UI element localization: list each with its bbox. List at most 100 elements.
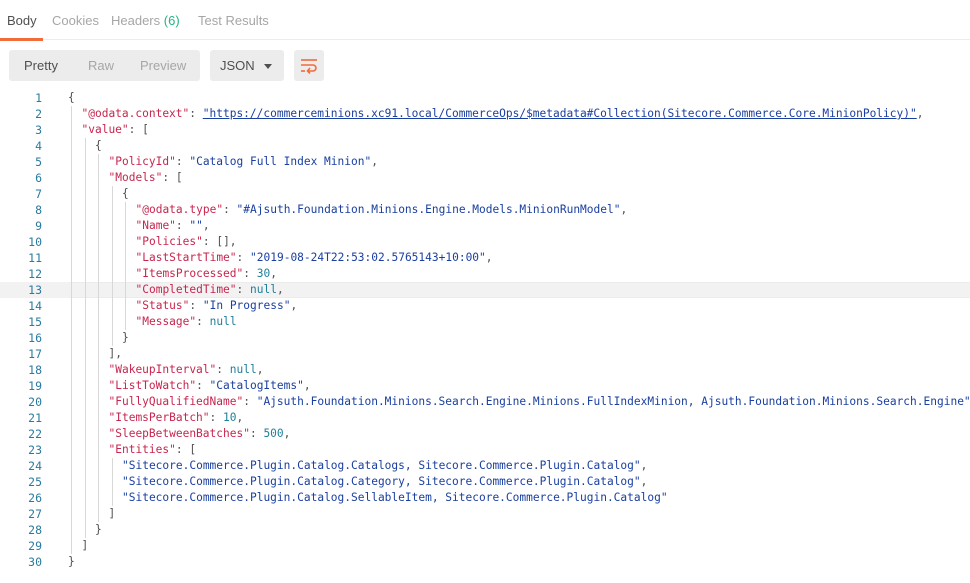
line-number: 9	[35, 219, 42, 233]
headers-count-badge: (6)	[163, 13, 180, 28]
json-punctuation: :	[189, 299, 203, 312]
indent-guide	[71, 122, 72, 138]
json-punctuation: }	[122, 331, 129, 344]
json-key: "Name"	[135, 219, 176, 232]
code-text: "ItemsProcessed": 30,	[136, 266, 278, 282]
indent-guide	[98, 154, 99, 170]
code-line: {	[0, 138, 970, 154]
code-text: "FullyQualifiedName": "Ajsuth.Foundation…	[109, 394, 970, 410]
format-select-value: JSON	[220, 58, 255, 73]
indent-guide	[71, 106, 72, 122]
json-value: 500	[263, 427, 284, 440]
indent-guide	[84, 458, 86, 474]
indent-guide	[125, 266, 126, 282]
code-text: {	[68, 90, 75, 106]
indent-guide	[71, 490, 72, 506]
json-key: "CompletedTime"	[135, 283, 237, 296]
json-punctuation: :	[196, 379, 210, 392]
code-line: "ItemsProcessed": 30,	[0, 266, 970, 282]
code-line: "Message": null	[0, 314, 970, 330]
json-punctuation: ,	[916, 107, 924, 120]
indent-guide	[125, 282, 126, 298]
tab-cookies[interactable]: Cookies	[52, 0, 99, 40]
indent-guide	[125, 250, 126, 266]
indent-guide	[98, 378, 99, 394]
json-punctuation: : [	[175, 443, 197, 456]
line-number: 7	[35, 187, 42, 201]
json-value: "Ajsuth.Foundation.Minions.Search.Engine…	[256, 395, 970, 408]
json-punctuation: ,	[620, 203, 628, 216]
indent-guide	[84, 250, 86, 266]
json-value: "CatalogItems"	[209, 379, 304, 392]
line-number: 26	[28, 491, 42, 505]
indent-guide	[111, 298, 113, 314]
code-text: "ListToWatch": "CatalogItems",	[109, 378, 311, 394]
indent-guide	[71, 218, 72, 234]
json-value: ""	[189, 219, 203, 232]
code-line: "Status": "In Progress",	[0, 298, 970, 314]
json-punctuation: : [	[162, 171, 183, 184]
tab-headers[interactable]: Headers (6)	[111, 0, 180, 40]
indent-guide	[71, 138, 72, 154]
tab-test-results-label: Test Results	[198, 13, 269, 28]
indent-guide	[71, 170, 72, 186]
code-line: "value": [	[0, 122, 970, 138]
response-body-editor[interactable]: {"@odata.context": "https://commercemini…	[0, 90, 970, 583]
indent-guide	[98, 362, 99, 378]
indent-guide	[84, 282, 86, 298]
code-line: {	[0, 90, 970, 106]
indent-guide	[125, 234, 126, 250]
code-line: "Sitecore.Commerce.Plugin.Catalog.Catego…	[0, 474, 970, 490]
code-line: "LastStartTime": "2019-08-24T22:53:02.57…	[0, 250, 970, 266]
indent-guide	[111, 314, 113, 330]
code-text: "Status": "In Progress",	[136, 298, 298, 314]
pretty-button[interactable]: Pretty	[24, 50, 58, 81]
json-punctuation: {	[122, 187, 129, 200]
code-text: "@odata.type": "#Ajsuth.Foundation.Minio…	[136, 202, 628, 218]
code-line: "CompletedTime": null,	[0, 282, 970, 298]
indent-guide	[111, 218, 113, 234]
line-number: 5	[35, 155, 42, 169]
json-url-link[interactable]: "https://commerceminions.xc91.local/Comm…	[203, 107, 917, 120]
indent-guide	[98, 442, 99, 458]
code-text: "Models": [	[109, 170, 183, 186]
json-punctuation: :	[209, 411, 224, 424]
indent-guide	[71, 394, 72, 410]
wrap-lines-button[interactable]	[294, 50, 324, 81]
format-select[interactable]: JSON	[210, 50, 284, 81]
indent-guide	[84, 186, 86, 202]
code-text: }	[68, 554, 75, 570]
indent-guide	[98, 298, 99, 314]
json-punctuation: {	[95, 139, 102, 152]
indent-guide	[98, 410, 99, 426]
json-punctuation: ,	[283, 427, 291, 440]
json-punctuation: :	[243, 395, 257, 408]
json-punctuation: ,	[236, 411, 244, 424]
raw-button[interactable]: Raw	[88, 50, 114, 81]
indent-guide	[98, 490, 99, 506]
json-punctuation: ,	[371, 155, 378, 168]
json-key: "@odata.type"	[135, 203, 224, 216]
line-number: 16	[28, 331, 42, 345]
indent-guide	[111, 186, 113, 202]
json-punctuation: ,	[202, 219, 210, 232]
tab-test-results[interactable]: Test Results	[198, 0, 269, 40]
preview-button[interactable]: Preview	[140, 50, 186, 81]
code-line: ]	[0, 538, 970, 554]
code-text: }	[122, 330, 129, 346]
line-number: 29	[28, 539, 42, 553]
tab-body[interactable]: Body	[0, 0, 43, 41]
json-punctuation: :	[175, 219, 190, 232]
code-text: }	[95, 522, 102, 538]
indent-guide	[125, 298, 126, 314]
indent-guide	[84, 410, 86, 426]
json-punctuation: : [],	[202, 235, 237, 248]
indent-guide	[84, 202, 86, 218]
tab-body-label: Body	[7, 13, 37, 28]
code-text: "Sitecore.Commerce.Plugin.Catalog.Catego…	[122, 474, 647, 490]
json-value: "Catalog Full Index Minion"	[189, 155, 372, 168]
json-punctuation: :	[216, 363, 230, 376]
line-number: 1	[35, 91, 42, 105]
indent-guide	[98, 330, 99, 346]
view-mode-group: Pretty Raw Preview	[9, 50, 200, 81]
